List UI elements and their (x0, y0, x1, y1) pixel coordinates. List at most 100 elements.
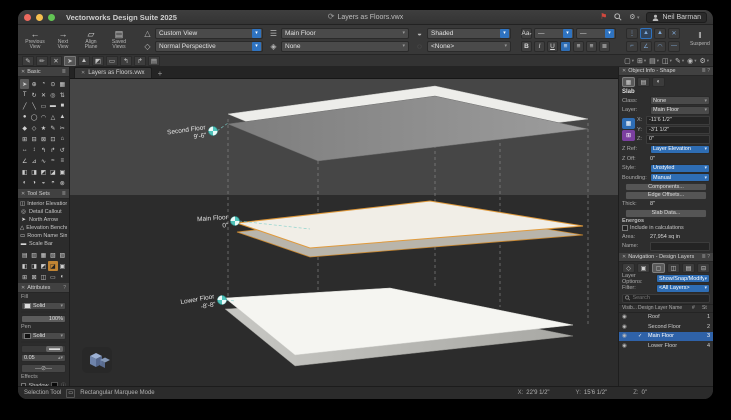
mode-cursor-icon[interactable]: ➤ (64, 56, 76, 66)
layer-row[interactable]: ◉✓Main Floor3 (619, 332, 713, 342)
snap-off-button[interactable]: ✕ (668, 28, 680, 39)
filled-rect-tool[interactable]: ▬ (48, 101, 57, 111)
italic-button[interactable]: I (534, 41, 545, 52)
mode-pen-x-icon[interactable]: ✏ (36, 56, 48, 66)
snap-grid-tool[interactable]: ▦ (58, 79, 67, 89)
nav-viewports-tab[interactable]: ▤ (682, 263, 695, 273)
tool-sets-header[interactable]: ✕ Tool Sets ≣ (18, 189, 69, 199)
snap-dash-button[interactable]: — (668, 41, 680, 52)
grid-dot-tool[interactable]: ⊡ (48, 134, 57, 144)
workspace-gear-menu[interactable]: ⚙ ▾ (629, 13, 639, 21)
navigation-header[interactable]: ✕ Navigation - Design Layers ≣ ? (619, 253, 713, 262)
close-tab-icon[interactable]: ✕ (81, 70, 85, 76)
tool-set-item[interactable]: ▭Room Name Simple (20, 232, 67, 240)
close-icon[interactable]: ✕ (21, 191, 25, 197)
font-size-dropdown[interactable]: —▾ (534, 28, 574, 39)
next-view-button[interactable]: →Next View (50, 30, 76, 50)
triangle-tool[interactable]: △ (48, 112, 57, 122)
search-icon[interactable] (614, 13, 622, 21)
line-2-tool[interactable]: ╲ (29, 101, 38, 111)
snap-grid-button[interactable]: ⋮ (626, 28, 638, 39)
menu-icon[interactable]: ≣ (62, 191, 66, 197)
grid-minus-tool[interactable]: ⊟ (29, 134, 38, 144)
grid-plus-tool[interactable]: ⊞ (20, 134, 29, 144)
square-tool[interactable]: ■ (58, 101, 67, 111)
half-r-tool[interactable]: ◑ (29, 178, 38, 188)
diamond-tool[interactable]: ◇ (29, 123, 38, 133)
layer-row[interactable]: ◉Lower Floor4 (619, 341, 713, 351)
data-tab[interactable]: ▤ (637, 77, 650, 87)
align-justify-button[interactable]: ≣ (599, 41, 610, 52)
ts-annot-icon[interactable]: ▭ (48, 272, 57, 282)
font-format-button[interactable]: Aa▾ (521, 28, 532, 39)
layer-row[interactable]: ◉Second Floor2 (619, 322, 713, 332)
corner-r-tool[interactable]: ↱ (48, 145, 57, 155)
class-dropdown[interactable]: None▾ (650, 96, 710, 105)
text-tool[interactable]: T (20, 90, 29, 100)
triangle-filled-tool[interactable]: ▲ (58, 112, 67, 122)
wave-tool[interactable]: ∿ (39, 156, 48, 166)
lines-tool[interactable]: ≡ (58, 156, 67, 166)
include-in-calculations-checkbox[interactable] (622, 225, 628, 231)
shade-r-tool[interactable]: ◨ (29, 167, 38, 177)
toggle-screen-button[interactable]: ▢▾ (624, 57, 634, 65)
ts-framing-icon[interactable]: ◩ (39, 261, 48, 271)
text-style-dropdown[interactable]: —▾ (576, 28, 616, 39)
corner-l-tool[interactable]: ↰ (39, 145, 48, 155)
move-v-tool[interactable]: ↕ (29, 145, 38, 155)
ts-slab-icon[interactable]: ◪ (48, 261, 57, 271)
ts-detail-icon[interactable]: ⊠ (29, 272, 38, 282)
pen-color-bar[interactable] (21, 341, 66, 343)
layers-icon[interactable]: ☰ (268, 29, 279, 38)
flyover-tool[interactable]: ◔ (39, 79, 48, 89)
z-ref-dropdown[interactable]: Layer Elevation▾ (650, 145, 710, 154)
x-coordinate-field[interactable]: -11'6 1/2" (646, 116, 710, 125)
mirror-tool[interactable]: ◎ (48, 90, 57, 100)
help-icon[interactable]: ? (63, 285, 66, 291)
zoom-tool[interactable]: ⊙ (48, 79, 57, 89)
space-tool[interactable]: ⌂ (58, 134, 67, 144)
ts-render-icon[interactable]: ◐ (58, 272, 67, 282)
marquee-mode-icon[interactable]: ▭ (66, 389, 75, 398)
close-icon[interactable]: ✕ (21, 285, 25, 291)
layer-options-dropdown[interactable]: Show/Snap/Modify Others▾ (656, 274, 710, 283)
shade-l-tool[interactable]: ◧ (20, 167, 29, 177)
circle-x-tool[interactable]: ⊗ (58, 178, 67, 188)
classes-icon[interactable]: ◈ (268, 42, 279, 51)
ts-stairs-icon[interactable]: ◧ (20, 261, 29, 271)
layer-row[interactable]: ◉Roof1 (619, 313, 713, 323)
star-tool[interactable]: ★ (39, 123, 48, 133)
snap-arc-button[interactable]: ◠ (654, 41, 666, 52)
render-mode-dropdown[interactable]: Shaded▾ (427, 28, 511, 39)
zoom-window-button[interactable] (48, 14, 55, 21)
lower-floor-benchmark-icon[interactable] (218, 296, 227, 305)
arc-tool[interactable]: ◠ (39, 112, 48, 122)
document-tab[interactable]: ✕ Layers as Floors.vwx (74, 67, 152, 78)
tool-set-item[interactable]: ▬Scale Bar (20, 240, 67, 248)
bold-button[interactable]: B (521, 41, 532, 52)
pen-weight-dropdown[interactable]: 0.05▴▾ (21, 354, 66, 362)
toggle-grid-button[interactable]: ⊞▾ (637, 57, 646, 65)
rotate-tool[interactable]: ↻ (29, 90, 38, 100)
mode-slab-icon[interactable]: ▤ (148, 56, 160, 66)
menu-icon[interactable]: ≣ ? (702, 68, 710, 74)
suspend-snapping-button[interactable]: ‖ Suspend (690, 32, 710, 47)
active-class-dropdown[interactable]: None▾ (281, 41, 409, 52)
shape-tab[interactable]: ▦ (622, 77, 635, 87)
delete-tool[interactable]: ✕ (39, 90, 48, 100)
active-layer-dropdown[interactable]: Main Floor▾ (281, 28, 409, 39)
previous-view-button[interactable]: ←Previous View (22, 30, 48, 50)
mode-rect-icon[interactable]: ▭ (106, 56, 118, 66)
render-style-dropdown[interactable]: <None>▾ (427, 41, 511, 52)
saved-views-button[interactable]: ▤Saved Views (106, 30, 132, 50)
ts-furn-icon[interactable]: ◫ (39, 272, 48, 282)
ts-roof-icon[interactable]: ▧ (48, 250, 57, 260)
basic-palette-header[interactable]: ✕ Basic ≣ (18, 67, 69, 77)
rotate-2-tool[interactable]: ↺ (58, 145, 67, 155)
right-triangle-tool[interactable]: ⊿ (29, 156, 38, 166)
toggle-eye-button[interactable]: ◉▾ (687, 57, 696, 65)
toggle-pen-button[interactable]: ✎▾ (675, 57, 684, 65)
ts-windows-icon[interactable]: ▦ (39, 250, 48, 260)
close-window-button[interactable] (24, 14, 31, 21)
ts-walls-icon[interactable]: ▤ (20, 250, 29, 260)
